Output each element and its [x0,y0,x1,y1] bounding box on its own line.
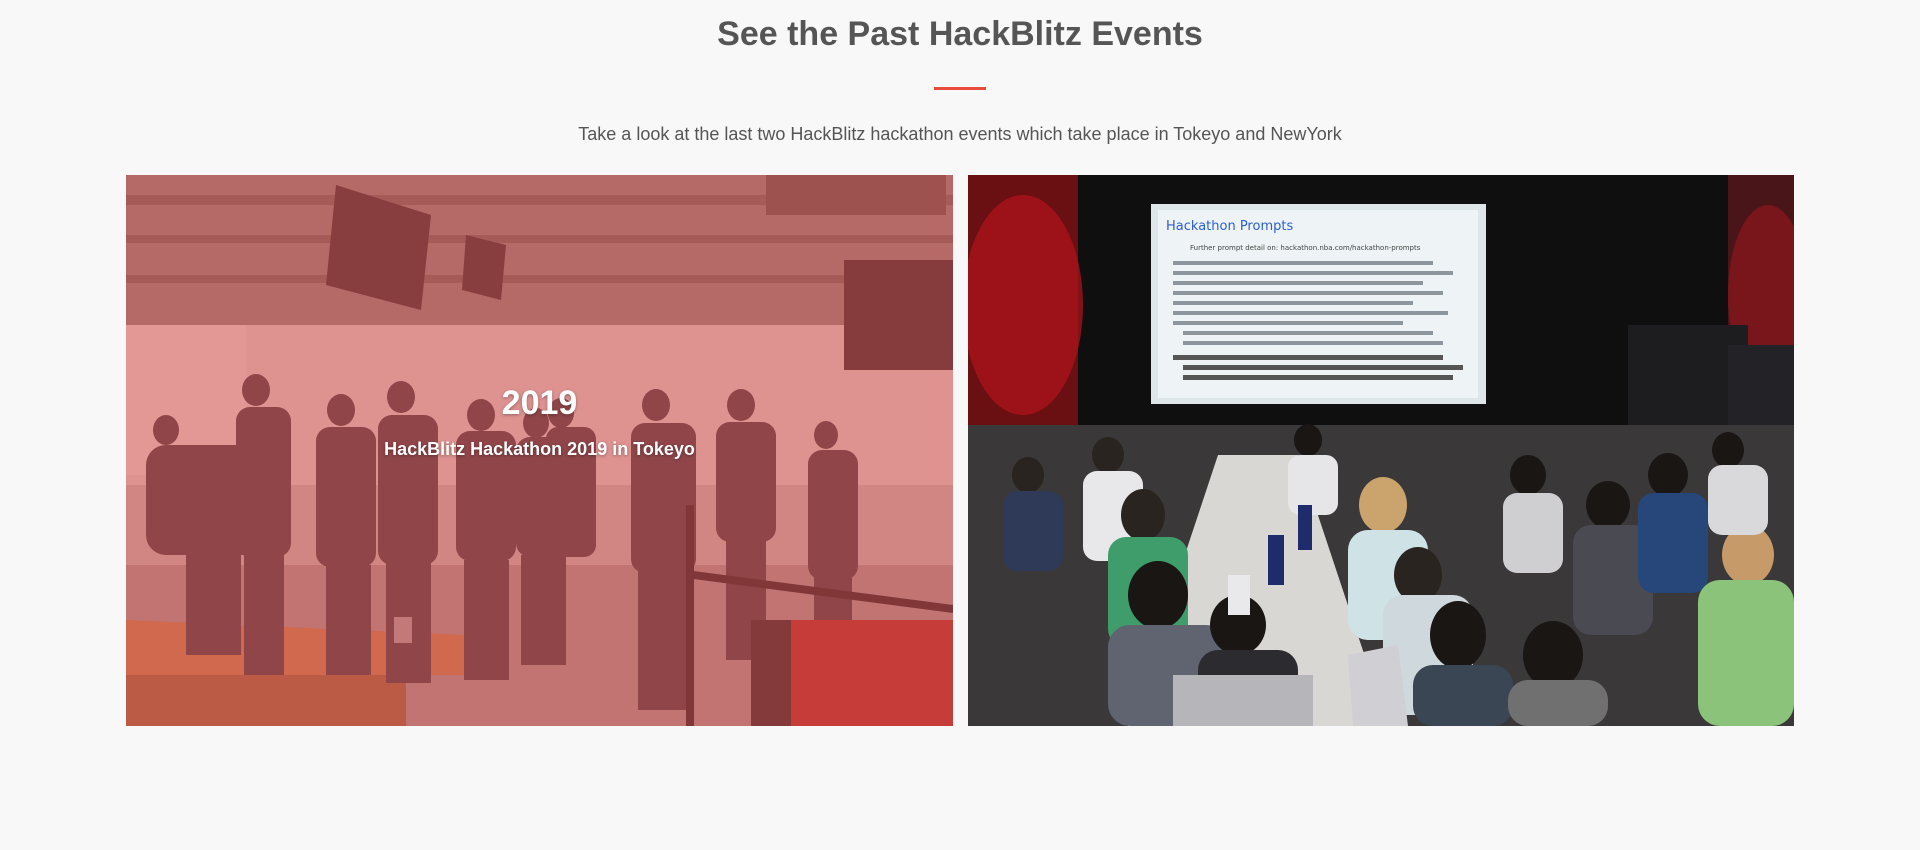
projected-slide-line: Further prompt detail on: hackathon.nba.… [1190,244,1421,252]
event-card-newyork[interactable]: Hackathon Prompts Further prompt detail … [968,175,1794,726]
event-year: 2019 [501,384,578,422]
section-subtitle: Take a look at the last two HackBlitz ha… [578,124,1342,144]
event-card-tokeyo[interactable]: 2019 HackBlitz Hackathon 2019 in Tokeyo [126,175,953,726]
event-caption: HackBlitz Hackathon 2019 in Tokeyo [384,439,695,459]
title-divider [934,87,986,90]
projected-slide-heading: Hackathon Prompts [1166,219,1293,234]
section-title: See the Past HackBlitz Events [717,15,1203,53]
past-events-section: See the Past HackBlitz Events Take a loo… [0,0,1920,850]
hackathon-hall-photo: Hackathon Prompts Further prompt detail … [968,175,1794,726]
